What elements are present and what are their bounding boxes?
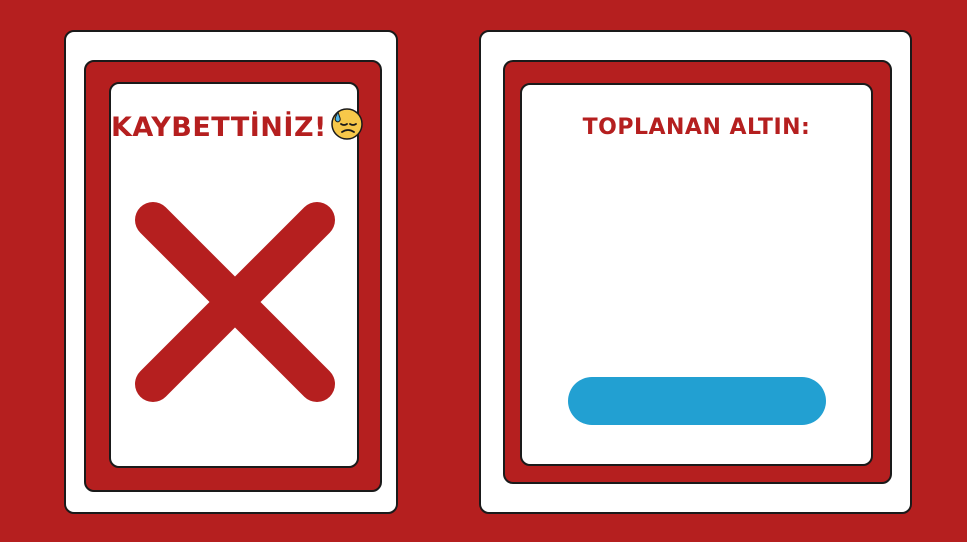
lose-card-panel: KAYBETTİNİZ!	[109, 82, 363, 468]
gold-card-frame: TOPLANAN ALTIN:	[503, 60, 892, 484]
lose-card: KAYBETTİNİZ!	[64, 30, 398, 514]
sad-sweat-face-icon	[329, 106, 363, 147]
gold-card-panel: TOPLANAN ALTIN:	[520, 83, 873, 466]
lose-title-text: KAYBETTİNİZ!	[111, 112, 327, 143]
red-x-icon	[135, 202, 335, 402]
gold-bar[interactable]	[568, 377, 826, 425]
lose-card-frame: KAYBETTİNİZ!	[84, 60, 382, 492]
gold-title: TOPLANAN ALTIN:	[582, 115, 811, 140]
gold-card: TOPLANAN ALTIN:	[479, 30, 912, 514]
lose-title: KAYBETTİNİZ!	[111, 106, 363, 147]
